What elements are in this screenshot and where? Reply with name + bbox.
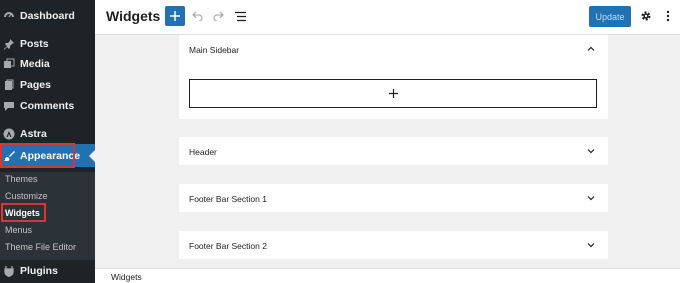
active-menu-arrow (89, 150, 95, 162)
widget-area-header[interactable]: Header (179, 137, 608, 165)
media-icon (3, 58, 15, 70)
panel-title: Footer Bar Section 1 (189, 194, 267, 204)
pin-icon (3, 38, 15, 50)
more-vertical-icon (666, 10, 670, 22)
widget-area-footer-bar-section-1[interactable]: Footer Bar Section 1 (179, 184, 608, 212)
submenu-item-customize[interactable]: Customize (5, 191, 48, 201)
settings-button[interactable] (639, 9, 653, 23)
sidebar-item-label: Media (20, 58, 50, 70)
widget-area-footer-bar-section-2[interactable]: Footer Bar Section 2 (179, 231, 608, 259)
sidebar-item-plugins[interactable]: Plugins (0, 260, 95, 282)
chevron-up-icon[interactable] (586, 44, 596, 54)
comments-icon (3, 100, 15, 112)
chevron-down-icon[interactable] (586, 240, 596, 250)
astra-icon (3, 128, 15, 140)
redo-icon (213, 11, 224, 21)
sidebar-item-label: Dashboard (20, 10, 75, 22)
undo-button[interactable] (191, 9, 205, 23)
page-title: Widgets (106, 8, 161, 24)
gear-icon (641, 11, 651, 21)
breadcrumb[interactable]: Widgets (111, 272, 142, 282)
sidebar-item-label: Astra (20, 128, 47, 140)
panel-title: Main Sidebar (189, 45, 240, 55)
sidebar-item-posts[interactable]: Posts (0, 33, 95, 55)
sidebar-item-dashboard[interactable]: Dashboard (0, 5, 95, 27)
appearance-highlight (0, 143, 75, 168)
dashboard-icon (3, 10, 15, 22)
more-options-button[interactable] (661, 9, 675, 23)
chevron-down-icon[interactable] (586, 146, 596, 156)
sidebar-item-label: Pages (20, 79, 51, 91)
panel-title: Footer Bar Section 2 (189, 241, 267, 251)
editor-footer: Widgets (95, 268, 680, 283)
list-view-button[interactable] (233, 9, 247, 23)
redo-button[interactable] (211, 9, 225, 23)
plus-icon (170, 11, 180, 21)
submenu-item-menus[interactable]: Menus (5, 225, 32, 235)
widget-area-main-sidebar: Main Sidebar (179, 35, 608, 119)
sidebar-item-pages[interactable]: Pages (0, 74, 95, 96)
add-block-appender[interactable] (189, 79, 597, 108)
widgets-highlight (1, 203, 46, 222)
panel-title: Header (189, 147, 217, 157)
sidebar-item-astra[interactable]: Astra (0, 123, 95, 145)
submenu-item-themes[interactable]: Themes (5, 174, 38, 184)
sidebar-item-label: Plugins (20, 265, 58, 277)
sidebar-item-comments[interactable]: Comments (0, 95, 95, 117)
sidebar-item-label: Comments (20, 100, 75, 112)
update-button[interactable]: Update (589, 6, 631, 27)
pages-icon (3, 79, 15, 91)
submenu-item-theme-file-editor[interactable]: Theme File Editor (5, 242, 76, 252)
plugins-icon (3, 265, 15, 277)
plus-icon (388, 89, 398, 98)
admin-sidebar: Dashboard Posts Media Pages Comments Ast… (0, 0, 95, 283)
sidebar-item-media[interactable]: Media (0, 53, 95, 75)
list-view-icon (234, 11, 246, 21)
add-block-button[interactable] (165, 6, 185, 26)
undo-icon (192, 11, 203, 21)
sidebar-item-label: Posts (20, 38, 49, 50)
chevron-down-icon[interactable] (586, 193, 596, 203)
editor-header: Widgets Update (95, 0, 680, 35)
